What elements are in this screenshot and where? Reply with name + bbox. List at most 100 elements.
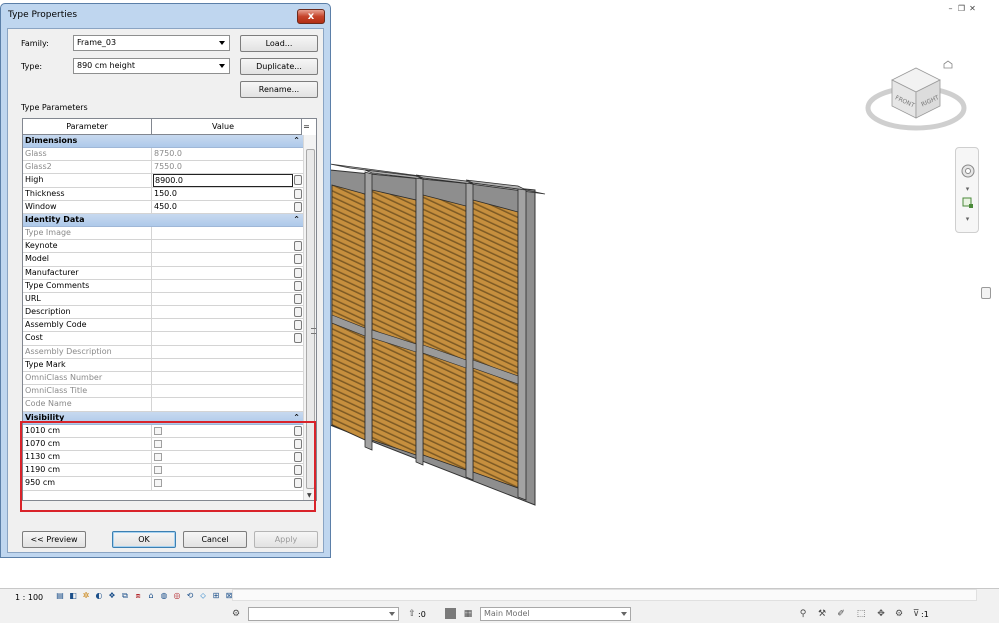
parameter-row[interactable]: URL (23, 292, 303, 307)
parameter-row[interactable]: Assembly Code (23, 319, 303, 333)
parameter-row[interactable]: Type Comments (23, 279, 303, 293)
column-header-parameter[interactable]: Parameter (23, 119, 152, 135)
group-header[interactable]: Dimensions ⌃ (23, 135, 303, 148)
preview-button[interactable]: << Preview (22, 531, 86, 548)
dialog-title-bar[interactable]: Type Properties x (1, 4, 330, 28)
temporary-hide-icon[interactable]: ◍ (159, 591, 169, 601)
load-button[interactable]: Load... (240, 35, 318, 52)
active-workset-value: Main Model (484, 609, 530, 618)
associate-parameter-button[interactable] (294, 293, 302, 304)
parameter-row[interactable]: Thickness 150.0 (23, 187, 303, 201)
associate-parameter-button[interactable] (294, 175, 302, 186)
steering-wheel-icon[interactable] (959, 162, 976, 179)
parameter-value[interactable] (153, 267, 293, 279)
type-select[interactable]: 890 cm height (73, 58, 230, 74)
detail-level-icon[interactable]: ▤ (55, 591, 65, 601)
worksets-icon[interactable]: ▦ (462, 608, 474, 620)
column-header-value[interactable]: Value (153, 119, 293, 135)
analytical-model-icon[interactable]: ⬦ (198, 591, 208, 601)
associate-parameter-button[interactable] (294, 241, 302, 252)
parameter-row[interactable]: Glass2 7550.0 (23, 161, 303, 175)
visual-style-icon[interactable]: ◧ (68, 591, 78, 601)
parameter-row[interactable]: Manufacturer (23, 266, 303, 280)
parameter-value[interactable] (153, 319, 293, 331)
parameter-row[interactable]: Cost (23, 332, 303, 346)
parameter-value[interactable] (153, 240, 293, 252)
restore-icon[interactable]: ❐ (957, 4, 966, 13)
associate-parameter-button[interactable] (294, 333, 302, 344)
viewport-vertical-scroll-thumb[interactable] (981, 287, 991, 299)
associate-parameter-button[interactable] (294, 280, 302, 291)
view-scale[interactable]: 1 : 100 (15, 593, 43, 602)
background-processes-icon[interactable]: ⚙ (893, 608, 905, 620)
design-option-select[interactable] (248, 607, 399, 621)
parameter-row[interactable]: Assembly Description (23, 345, 303, 359)
duplicate-button[interactable]: Duplicate... (240, 58, 318, 75)
chevron-down-icon (621, 612, 627, 616)
family-select[interactable]: Frame_03 (73, 35, 230, 51)
parameter-row[interactable]: Code Name (23, 398, 303, 412)
minimize-icon[interactable]: – (946, 4, 955, 13)
parameter-row[interactable]: Keynote (23, 240, 303, 254)
highlight-displacement-icon[interactable]: ⊞ (211, 591, 221, 601)
shadows-icon[interactable]: ◐ (94, 591, 104, 601)
associate-parameter-button[interactable] (294, 307, 302, 318)
design-options-icon[interactable]: ⚙ (230, 608, 242, 620)
group-header[interactable]: Identity Data ⌃ (23, 213, 303, 227)
viewcube[interactable]: FRONT RIGHT (864, 60, 968, 135)
drag-elements-icon[interactable]: ✥ (875, 608, 887, 620)
parameter-value[interactable]: 8900.0 (153, 174, 293, 187)
zoom-icon[interactable] (959, 194, 976, 211)
parameter-value[interactable] (153, 359, 293, 371)
parameter-row[interactable]: Glass 8750.0 (23, 148, 303, 162)
rename-button[interactable]: Rename... (240, 81, 318, 98)
viewport-horizontal-scrollbar[interactable] (232, 589, 977, 601)
crop-view-icon[interactable]: ⧉ (120, 591, 130, 601)
3d-model-view[interactable] (320, 150, 550, 510)
parameter-value[interactable] (153, 280, 293, 292)
parameter-row[interactable]: Type Mark (23, 358, 303, 372)
grid-header: Parameter Value (23, 119, 301, 135)
active-workset-select[interactable]: Main Model (480, 607, 631, 621)
associate-parameter-button[interactable] (294, 267, 302, 278)
home-icon[interactable] (943, 60, 953, 69)
zoom-dropdown-icon[interactable]: ▾ (959, 210, 976, 227)
parameter-value[interactable] (153, 332, 293, 344)
associate-parameter-button[interactable] (294, 201, 302, 212)
select-pointer-icon[interactable]: ⇧ (406, 608, 418, 620)
select-by-face-icon[interactable]: ⬚ (855, 608, 867, 620)
show-crop-icon[interactable]: ⧈ (133, 591, 143, 601)
close-button[interactable]: x (297, 9, 325, 24)
reveal-hidden-icon[interactable]: ◎ (172, 591, 182, 601)
parameter-row[interactable]: High 8900.0 (23, 174, 303, 188)
parameter-value[interactable]: 150.0 (153, 188, 293, 200)
parameter-row[interactable]: OmniClass Title (23, 385, 303, 399)
ok-button[interactable]: OK (112, 531, 176, 548)
associate-parameter-button[interactable] (294, 320, 302, 331)
parameter-value[interactable]: 450.0 (153, 201, 293, 213)
collapse-chevron-icon[interactable]: ⌃ (293, 214, 300, 226)
parameter-row[interactable]: Description (23, 306, 303, 320)
associate-parameter-button[interactable] (294, 254, 302, 265)
worksharing-icon[interactable]: ⟲ (185, 591, 195, 601)
close-icon[interactable]: ✕ (968, 4, 977, 13)
select-pinned-icon[interactable]: ✐ (835, 608, 847, 620)
select-links-icon[interactable]: ⚲ (797, 608, 809, 620)
parameter-value[interactable] (153, 306, 293, 318)
select-underlay-icon[interactable]: ⚒ (816, 608, 828, 620)
lock-view-icon[interactable]: ⌂ (146, 591, 156, 601)
apply-button[interactable]: Apply (254, 531, 318, 548)
parameter-value[interactable] (153, 253, 293, 265)
parameter-row[interactable]: OmniClass Number (23, 372, 303, 386)
collapse-chevron-icon[interactable]: ⌃ (293, 135, 300, 147)
sun-path-icon[interactable]: ✲ (81, 591, 91, 601)
associate-parameter-button[interactable] (294, 188, 302, 199)
parameter-row[interactable]: Model (23, 253, 303, 267)
editable-only-icon[interactable] (445, 608, 456, 619)
parameter-row[interactable]: Type Image (23, 226, 303, 241)
cancel-button[interactable]: Cancel (183, 531, 247, 548)
parameter-row[interactable]: Window 450.0 (23, 200, 303, 214)
parameter-value[interactable] (153, 293, 293, 305)
grid-menu-button[interactable]: = (301, 119, 311, 135)
render-icon[interactable]: ❖ (107, 591, 117, 601)
